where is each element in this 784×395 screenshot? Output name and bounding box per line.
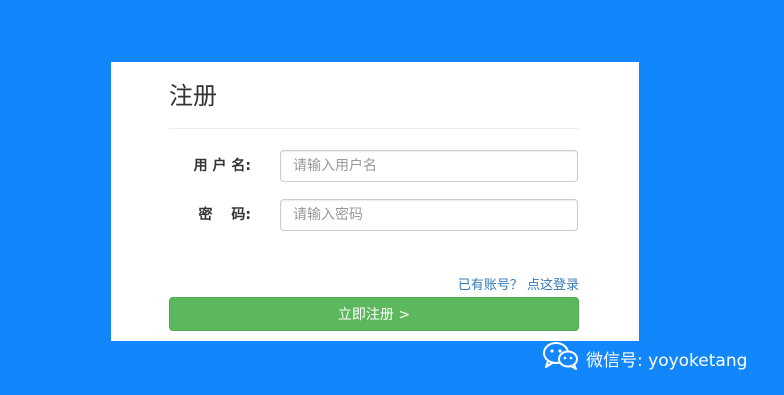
watermark-text: 微信号: yoyoketang bbox=[586, 350, 748, 371]
username-label: 用 户 名: bbox=[193, 158, 251, 174]
watermark: 微信号: yoyoketang bbox=[542, 342, 747, 374]
page-title: 注册 bbox=[169, 82, 217, 110]
register-button[interactable]: 立即注册 > bbox=[169, 297, 579, 331]
password-input[interactable] bbox=[280, 199, 578, 231]
password-label: 密 码: bbox=[198, 207, 251, 223]
login-link[interactable]: 已有账号？ 点这登录 bbox=[458, 277, 579, 295]
wechat-icon bbox=[542, 341, 580, 375]
username-input[interactable] bbox=[280, 150, 578, 182]
register-card: 注册 用 户 名: 密 码: 已有账号？ 点这登录 立即注册 > bbox=[111, 62, 639, 341]
title-divider bbox=[169, 128, 579, 129]
